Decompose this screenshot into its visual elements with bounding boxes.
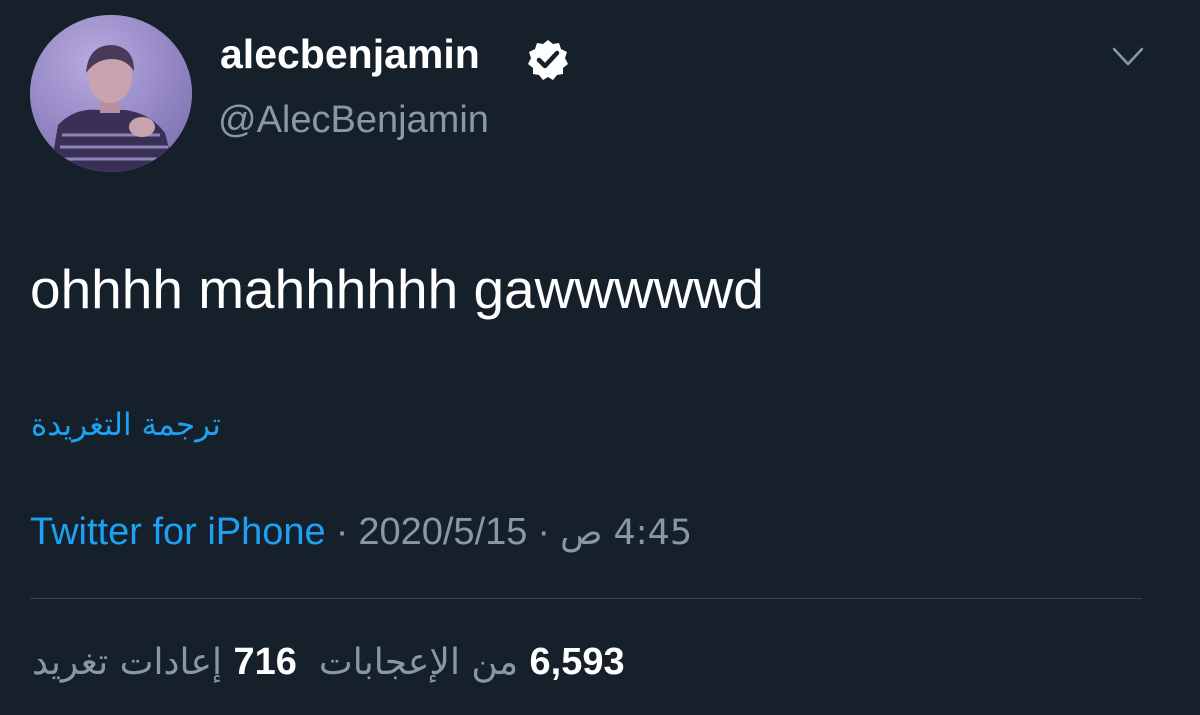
retweets-count: 716 xyxy=(233,641,297,683)
avatar-photo xyxy=(30,15,192,172)
chevron-down-icon[interactable] xyxy=(1112,46,1144,68)
source-link[interactable]: Twitter for iPhone xyxy=(30,511,326,553)
display-name[interactable]: alecbenjamin xyxy=(220,34,480,75)
retweets-stat[interactable]: 716 إعادات تغريد xyxy=(32,642,297,683)
verified-badge-icon xyxy=(528,40,568,80)
tweet-meta: Twitter for iPhone · 2020/5/15 · 4:45 ص xyxy=(30,513,692,551)
likes-label: من الإعجابات xyxy=(318,642,519,683)
likes-stat[interactable]: 6,593 من الإعجابات xyxy=(319,642,625,683)
separator: · xyxy=(335,511,349,553)
tweet-text: ohhhh mahhhhhh gawwwwwd xyxy=(30,258,764,320)
likes-count: 6,593 xyxy=(529,641,625,683)
tweet-date: 2020/5/15 xyxy=(358,511,528,553)
user-handle[interactable]: @AlecBenjamin xyxy=(218,101,489,139)
translate-tweet-link[interactable]: ترجمة التغريدة xyxy=(31,410,221,441)
retweets-label: إعادات تغريد xyxy=(32,642,222,683)
separator: · xyxy=(537,511,551,553)
avatar[interactable] xyxy=(30,15,192,172)
engagement-stats: 6,593 من الإعجابات 716 إعادات تغريد xyxy=(32,643,625,681)
divider xyxy=(30,598,1142,599)
tweet-time: 4:45 ص xyxy=(560,513,693,553)
